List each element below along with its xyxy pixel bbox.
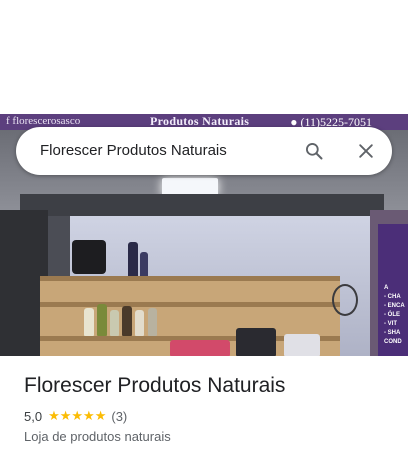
product bbox=[170, 340, 230, 356]
place-title: Florescer Produtos Naturais bbox=[24, 374, 286, 397]
place-category: Loja de produtos naturais bbox=[24, 429, 171, 444]
doorway-beam bbox=[20, 194, 384, 216]
product bbox=[236, 328, 276, 356]
speaker bbox=[72, 240, 106, 274]
sign-social-handle: f florescerosasco bbox=[6, 115, 81, 127]
search-bar[interactable]: Florescer Produtos Naturais bbox=[16, 127, 392, 175]
banner-line: - CHA bbox=[384, 294, 401, 300]
product bbox=[148, 308, 157, 336]
shelf-board bbox=[40, 276, 340, 281]
search-input[interactable]: Florescer Produtos Naturais bbox=[40, 142, 227, 159]
review-count[interactable]: (3) bbox=[111, 409, 127, 424]
search-icon[interactable] bbox=[304, 141, 324, 161]
banner-line: - ENCA bbox=[384, 303, 405, 309]
rating-value: 5,0 bbox=[24, 408, 43, 424]
product bbox=[284, 334, 320, 356]
banner-line: A bbox=[384, 285, 389, 291]
shelf-board bbox=[40, 302, 340, 307]
product bbox=[110, 310, 119, 336]
product bbox=[135, 310, 144, 336]
rating-row[interactable]: 5,0 ★★★★★ (3) bbox=[24, 408, 127, 424]
product bbox=[84, 308, 94, 336]
close-icon[interactable] bbox=[356, 141, 376, 161]
banner-line: COND bbox=[384, 339, 402, 345]
banner-line: - ÓLE bbox=[384, 312, 400, 318]
promo-banner: A - CHA - ENCA - ÓLE - VIT - SHA COND bbox=[378, 224, 408, 356]
product bbox=[97, 304, 107, 336]
star-rating-icon: ★★★★★ bbox=[48, 408, 107, 423]
wall-fan bbox=[332, 284, 358, 316]
banner-line: - VIT bbox=[384, 321, 397, 327]
banner-line: - SHA bbox=[384, 330, 401, 336]
map-area-blank bbox=[0, 0, 408, 114]
product bbox=[122, 306, 132, 336]
